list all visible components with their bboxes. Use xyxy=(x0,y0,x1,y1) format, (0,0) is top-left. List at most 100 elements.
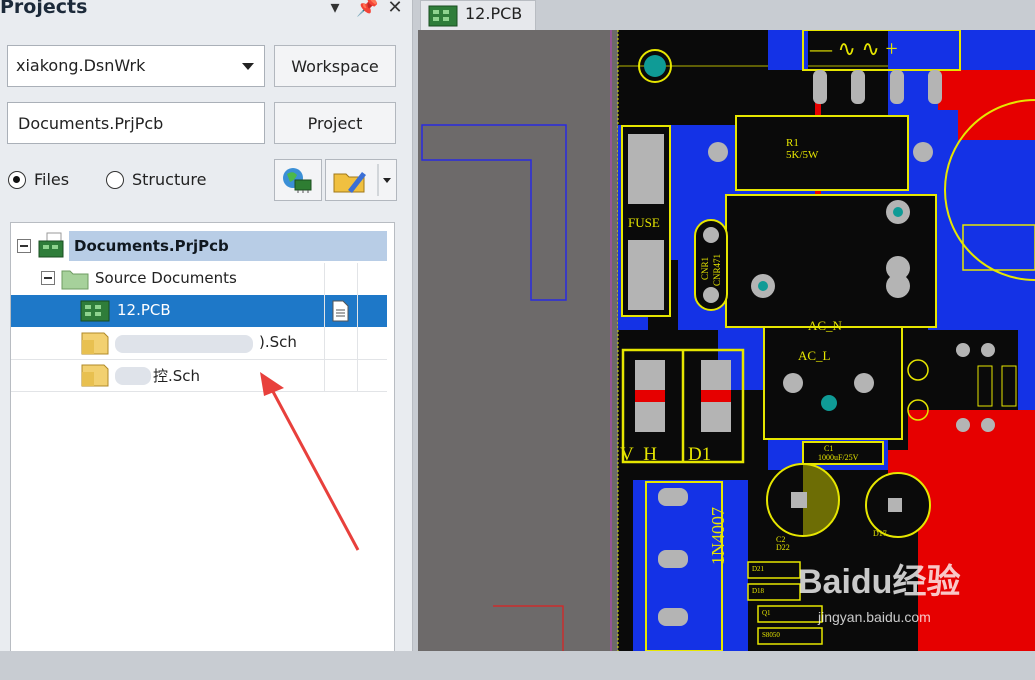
folder-edit-icon xyxy=(333,164,391,196)
pad xyxy=(813,70,827,104)
watermark-subtext: jingyan.baidu.com xyxy=(817,609,931,625)
project-button[interactable]: Project xyxy=(274,102,396,144)
pad xyxy=(913,142,933,162)
via xyxy=(644,55,666,77)
via xyxy=(821,395,837,411)
schematic-file-icon xyxy=(81,332,109,355)
tab-label: 12.PCB xyxy=(465,4,523,23)
tree-row-file[interactable]: ).Sch xyxy=(11,327,387,360)
board-outline xyxy=(421,124,567,301)
pad xyxy=(783,373,803,393)
pcb-designator: Q1 xyxy=(762,609,771,617)
workspace-combo[interactable]: xiakong.DsnWrk xyxy=(7,45,265,87)
pcb-designator: CNR1 xyxy=(700,257,710,280)
document-icon xyxy=(332,300,349,322)
radio-files[interactable]: Files xyxy=(8,170,69,189)
pcb-designator: V_H_ xyxy=(620,444,667,465)
blurred-filename xyxy=(115,367,151,385)
radio-files-indicator[interactable] xyxy=(8,170,26,189)
pcb-designator: R1 xyxy=(786,137,799,149)
collapse-toggle[interactable] xyxy=(17,239,31,253)
folder-icon xyxy=(61,270,89,290)
project-field[interactable]: Documents.PrjPcb xyxy=(7,102,265,144)
pad xyxy=(791,492,807,508)
file-name: ).Sch xyxy=(259,333,297,351)
pad xyxy=(635,390,665,402)
projects-panel: Projects ▾ 📌 ✕ xiakong.DsnWrk Workspace … xyxy=(0,0,413,651)
tab-12-pcb[interactable]: 12.PCB xyxy=(420,0,536,30)
via xyxy=(893,207,903,217)
pad xyxy=(658,608,688,626)
close-icon[interactable]: ✕ xyxy=(386,0,404,18)
project-field-value: Documents.PrjPcb xyxy=(18,114,164,133)
pad xyxy=(703,287,719,303)
chevron-down-icon[interactable] xyxy=(242,63,254,70)
pad xyxy=(888,498,902,512)
radio-structure[interactable]: Structure xyxy=(106,170,206,189)
pad xyxy=(658,488,688,506)
project-name: Documents.PrjPcb xyxy=(74,237,229,255)
pad xyxy=(928,70,942,104)
pad xyxy=(890,70,904,104)
pad xyxy=(658,550,688,568)
open-folder-dropdown-button[interactable] xyxy=(325,159,397,201)
workspace-button[interactable]: Workspace xyxy=(274,45,396,87)
pad xyxy=(628,240,664,310)
panel-menu-icon[interactable]: ▾ xyxy=(326,0,344,18)
radio-structure-indicator[interactable] xyxy=(106,170,124,189)
connector-marks: — ∿ ∿ + xyxy=(809,36,898,61)
pcb-designator: 1000uF/25V xyxy=(818,453,859,462)
board-outline xyxy=(493,605,564,651)
pad xyxy=(981,418,995,432)
pcb-designator: C1 xyxy=(824,444,833,453)
pcb-designator: S8050 xyxy=(762,631,780,639)
pcb-designator: FUSE xyxy=(628,215,660,230)
panel-title: Projects xyxy=(0,0,88,18)
pin-icon[interactable]: 📌 xyxy=(356,0,378,18)
tree-row-file-selected[interactable]: 12.PCB xyxy=(11,295,387,327)
file-name: 控.Sch xyxy=(153,367,201,385)
pcb-designator: D21 xyxy=(752,565,765,573)
tree-row-project[interactable]: Documents.PrjPcb xyxy=(11,231,387,263)
schematic-file-icon xyxy=(81,364,109,387)
pcb-designator: D18 xyxy=(752,587,765,595)
pcb-designator: 5K/5W xyxy=(786,149,819,161)
pcb-file-icon xyxy=(428,5,458,27)
pcb-designator: 1N4007 xyxy=(708,507,728,565)
annotation-arrow xyxy=(260,372,360,551)
globe-chip-button[interactable] xyxy=(274,159,322,201)
via xyxy=(758,281,768,291)
watermark-text: Baidu经验 xyxy=(798,562,960,601)
pcb-designator: D22 xyxy=(776,543,790,552)
pcb-designator: AC_N xyxy=(808,318,843,333)
pcb-designator: AC_L xyxy=(798,348,831,363)
pad xyxy=(886,274,910,298)
copper-bottom xyxy=(633,480,748,651)
radio-structure-label: Structure xyxy=(132,170,207,189)
pad xyxy=(708,142,728,162)
panel-header-icons: ▾ 📌 ✕ xyxy=(326,0,404,18)
pad xyxy=(851,70,865,104)
pcb-canvas[interactable]: — ∿ ∿ + FUSE R1 5K/5W AC_N AC_L CNR1 CNR… xyxy=(418,30,1035,651)
collapse-toggle[interactable] xyxy=(41,271,55,285)
pcb-designator: D1 xyxy=(688,444,711,465)
blurred-filename xyxy=(115,335,253,353)
pad xyxy=(628,134,664,204)
pad xyxy=(956,418,970,432)
workspace-combo-value: xiakong.DsnWrk xyxy=(16,56,146,75)
radio-files-label: Files xyxy=(34,170,70,189)
pcb-drawing: — ∿ ∿ + FUSE R1 5K/5W AC_N AC_L CNR1 CNR… xyxy=(421,30,1035,651)
pad xyxy=(956,343,970,357)
file-name: 12.PCB xyxy=(117,301,171,319)
pcb-designator: CNR471 xyxy=(712,254,722,286)
globe-chip-icon xyxy=(283,168,312,193)
pad xyxy=(703,227,719,243)
pcb-file-icon xyxy=(80,300,110,322)
pcb-designator: D17 xyxy=(873,529,887,538)
pad xyxy=(981,343,995,357)
pad xyxy=(854,373,874,393)
folder-name: Source Documents xyxy=(95,269,237,287)
resistor-outline xyxy=(735,115,909,191)
pad xyxy=(701,390,731,402)
tree-row-folder[interactable]: Source Documents xyxy=(11,263,387,295)
